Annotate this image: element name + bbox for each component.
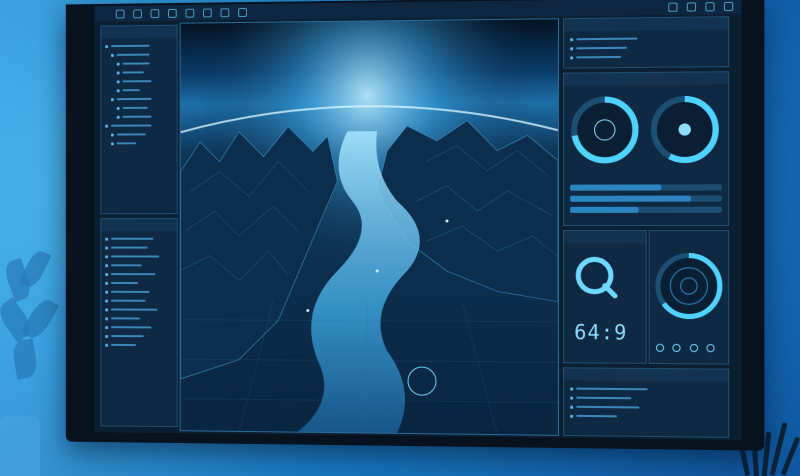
slider-track[interactable] bbox=[570, 206, 722, 213]
panel-header bbox=[564, 231, 646, 244]
properties-panel bbox=[100, 218, 178, 428]
stop-button[interactable] bbox=[689, 343, 699, 353]
property-row[interactable] bbox=[105, 253, 173, 259]
property-row[interactable] bbox=[105, 307, 173, 313]
property-list bbox=[101, 231, 176, 353]
tree-item[interactable] bbox=[105, 51, 173, 58]
monitor: 64:9 bbox=[65, 0, 765, 451]
grid-icon[interactable] bbox=[686, 1, 697, 12]
property-row[interactable] bbox=[105, 342, 173, 348]
tree-item[interactable] bbox=[105, 96, 173, 102]
file-icon[interactable] bbox=[115, 9, 125, 19]
property-row[interactable] bbox=[105, 289, 173, 295]
property-row[interactable] bbox=[105, 298, 173, 304]
layer-list bbox=[564, 29, 728, 65]
tree-list bbox=[101, 38, 176, 152]
panel-header bbox=[101, 219, 177, 231]
status-panel: 64:9 bbox=[563, 230, 647, 364]
settings-icon[interactable] bbox=[723, 1, 734, 11]
terrain-render bbox=[180, 19, 558, 435]
redo-icon[interactable] bbox=[238, 7, 247, 17]
property-row[interactable] bbox=[105, 262, 173, 268]
project-tree-panel bbox=[100, 24, 178, 215]
property-row[interactable] bbox=[105, 315, 173, 321]
terrain-viewport[interactable] bbox=[179, 18, 559, 436]
property-row[interactable] bbox=[105, 271, 173, 277]
play-button[interactable] bbox=[655, 343, 665, 352]
property-row[interactable] bbox=[105, 280, 173, 286]
tree-item[interactable] bbox=[105, 87, 173, 93]
slider-group bbox=[570, 184, 722, 213]
plant-decoration bbox=[0, 230, 70, 476]
tree-item[interactable] bbox=[105, 131, 173, 137]
cut-icon[interactable] bbox=[167, 8, 177, 18]
paste-icon[interactable] bbox=[202, 7, 212, 17]
log-line bbox=[570, 386, 722, 394]
analysis-panel bbox=[563, 71, 730, 227]
radar-panel bbox=[648, 230, 730, 365]
gauge-group bbox=[564, 89, 728, 171]
radar-display bbox=[650, 235, 728, 337]
tree-item[interactable] bbox=[105, 140, 173, 146]
log-line bbox=[570, 395, 722, 403]
radar-controls bbox=[655, 339, 719, 358]
app-window: 64:9 bbox=[94, 0, 742, 441]
tree-item[interactable] bbox=[105, 69, 173, 76]
property-row[interactable] bbox=[105, 236, 173, 242]
tree-item[interactable] bbox=[105, 122, 173, 128]
output-panel bbox=[563, 367, 730, 438]
tree-item[interactable] bbox=[105, 43, 173, 50]
search-q-icon bbox=[564, 247, 646, 308]
property-row[interactable] bbox=[105, 333, 173, 339]
tree-item[interactable] bbox=[105, 105, 173, 111]
folder-icon[interactable] bbox=[133, 8, 142, 18]
zoom-icon[interactable] bbox=[668, 2, 678, 12]
property-row[interactable] bbox=[105, 324, 173, 330]
record-button[interactable] bbox=[706, 344, 716, 353]
save-icon[interactable] bbox=[150, 8, 160, 18]
center-dot-icon bbox=[678, 123, 691, 136]
layers-panel bbox=[563, 16, 730, 69]
panel-header bbox=[101, 25, 177, 39]
log-line bbox=[570, 413, 722, 421]
slider-track[interactable] bbox=[570, 195, 722, 202]
property-row[interactable] bbox=[105, 245, 173, 251]
output-list bbox=[564, 380, 728, 425]
slider-track[interactable] bbox=[570, 184, 722, 191]
tree-item[interactable] bbox=[105, 78, 173, 84]
log-line bbox=[570, 404, 722, 412]
layer-item[interactable] bbox=[570, 53, 722, 61]
panel-header bbox=[564, 72, 729, 86]
copy-icon[interactable] bbox=[185, 8, 195, 18]
value-readout: 64:9 bbox=[574, 319, 628, 345]
layer-item[interactable] bbox=[570, 35, 722, 43]
layer-item[interactable] bbox=[570, 44, 722, 52]
pause-button[interactable] bbox=[672, 343, 682, 353]
tree-item[interactable] bbox=[105, 114, 173, 120]
tree-item[interactable] bbox=[105, 60, 173, 67]
layers-icon[interactable] bbox=[705, 1, 715, 11]
undo-icon[interactable] bbox=[220, 7, 230, 17]
